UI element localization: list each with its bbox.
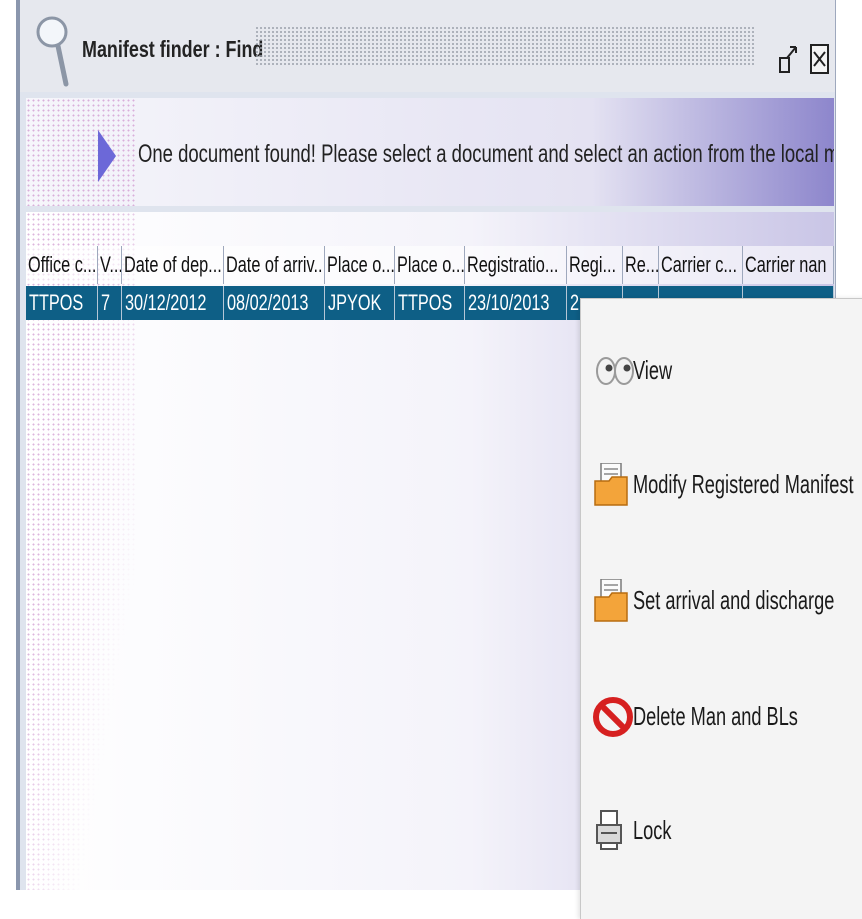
menu-item-set-arrival-and-discharge[interactable]: Set arrival and discharge bbox=[581, 565, 862, 635]
banner-pattern bbox=[26, 98, 136, 206]
folder-document-icon bbox=[594, 579, 628, 622]
title-bar[interactable]: Manifest finder : Find bbox=[20, 0, 835, 92]
context-menu: View Modify Registered Manifest Set arri… bbox=[580, 298, 862, 919]
col-header[interactable]: Carrier c... bbox=[659, 246, 743, 284]
table-cell[interactable]: 30/12/2012 bbox=[122, 286, 224, 320]
table-cell[interactable]: TTPOS bbox=[26, 286, 98, 320]
table-cell[interactable]: JPYOK bbox=[325, 286, 395, 320]
menu-item-label: Set arrival and discharge bbox=[633, 585, 835, 615]
maximize-icon[interactable] bbox=[778, 44, 798, 74]
table-cell[interactable]: TTPOS bbox=[395, 286, 465, 320]
col-header[interactable]: Regi... bbox=[567, 246, 623, 284]
col-header[interactable]: Carrier nan bbox=[743, 246, 834, 284]
eyes-icon bbox=[596, 357, 634, 385]
menu-item-delete-man-and-bls[interactable]: Delete Man and BLs bbox=[581, 681, 862, 751]
banner-message: One document found! Please select a docu… bbox=[138, 140, 834, 168]
col-header[interactable]: Date of arriv... bbox=[224, 246, 325, 284]
info-banner: One document found! Please select a docu… bbox=[26, 98, 834, 206]
col-header[interactable]: V... bbox=[98, 246, 122, 284]
menu-item-label: Modify Registered Manifest bbox=[633, 469, 854, 499]
col-header[interactable]: Office c... bbox=[26, 246, 98, 284]
menu-item-lock[interactable]: Lock bbox=[581, 795, 862, 865]
table-cell[interactable]: 23/10/2013 bbox=[465, 286, 567, 320]
no-entry-icon bbox=[593, 697, 633, 737]
title-drag-grip[interactable] bbox=[255, 26, 755, 66]
table-cell[interactable]: 7 bbox=[98, 286, 122, 320]
menu-item-label: View bbox=[633, 355, 673, 385]
table-header: Office c... V... Date of dep... Date of … bbox=[26, 246, 834, 284]
col-header[interactable]: Place o... bbox=[325, 246, 395, 284]
menu-item-label: Delete Man and BLs bbox=[633, 701, 798, 731]
col-header[interactable]: Place o... bbox=[395, 246, 465, 284]
folder-document-icon bbox=[594, 463, 628, 506]
table-cell[interactable]: 08/02/2013 bbox=[224, 286, 325, 320]
menu-item-modify-registered-manifest[interactable]: Modify Registered Manifest bbox=[581, 449, 862, 519]
printer-lock-icon bbox=[596, 810, 622, 850]
menu-item-view[interactable]: View bbox=[581, 335, 862, 405]
close-icon[interactable] bbox=[810, 44, 830, 74]
magnifier-icon bbox=[36, 16, 69, 87]
window-title: Manifest finder : Find bbox=[82, 36, 264, 62]
col-header[interactable]: Registratio... bbox=[465, 246, 567, 284]
col-header[interactable]: Date of dep... bbox=[122, 246, 224, 284]
menu-item-label: Lock bbox=[633, 815, 672, 845]
col-header[interactable]: Re... bbox=[623, 246, 659, 284]
banner-arrow-icon bbox=[98, 130, 116, 182]
